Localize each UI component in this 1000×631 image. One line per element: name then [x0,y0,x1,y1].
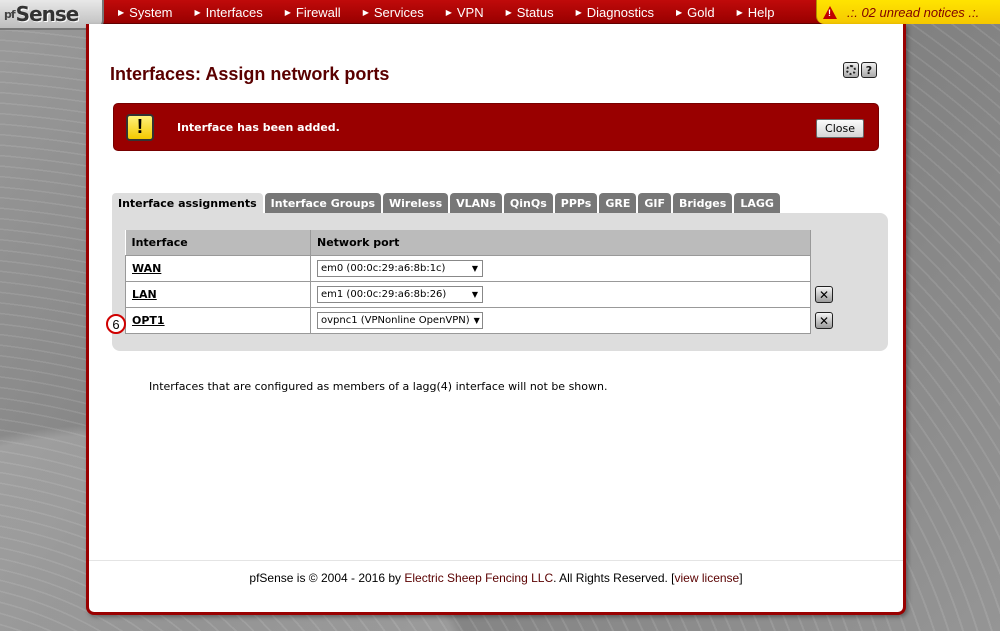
tab-gre[interactable]: GRE [599,193,637,213]
triangle-right-icon: ▶ [284,7,291,17]
menu-status[interactable]: ▶ Status [506,5,554,20]
alert-banner: ! Interface has been added. Close [113,103,879,151]
main-menu: ▶ System ▶ Interfaces ▶ Firewall ▶ Services … [118,0,797,24]
menu-interfaces[interactable]: ▶ Interfaces [195,5,263,20]
triangle-right-icon: ▶ [675,7,683,17]
interface-link-wan[interactable]: WAN [132,262,161,275]
tab-bridges[interactable]: Bridges [672,193,733,213]
menu-vpn[interactable]: ▶ VPN [446,5,484,20]
tab-gif[interactable]: GIF [638,193,671,213]
header-icons: ? [843,62,877,78]
table-row: OPT1 ovpnc1 (VPNonline OpenVPN) ▼ [125,306,811,334]
tab-wireless[interactable]: Wireless [383,193,449,213]
top-nav-bar: ▶ System ▶ Interfaces ▶ Firewall ▶ Services … [0,0,1000,24]
gear-icon[interactable] [843,62,859,78]
content-panel: Interfaces: Assign network ports ? ! Int… [86,24,906,615]
step-badge: 6 [106,314,126,334]
triangle-right-icon: ▶ [445,7,452,17]
tab-interface-assignments[interactable]: Interface assignments [112,193,263,213]
tab-qinqs[interactable]: QinQs [503,193,553,213]
page-title: Interfaces: Assign network ports [110,64,390,84]
assignments-table: Interface Network port WAN em0 (00:0c:29… [125,230,811,334]
table-row: LAN em1 (00:0c:29:a6:8b:26) ▼ [125,280,811,308]
delete-icon[interactable]: ✕ [815,286,833,303]
footer-divider [89,560,903,561]
tab-interface-groups[interactable]: Interface Groups [264,193,381,213]
company-link[interactable]: Electric Sheep Fencing LLC [404,571,553,585]
delete-icon[interactable]: ✕ [815,312,833,329]
help-icon[interactable]: ? [861,62,877,78]
notices-text: .:. 02 unread notices .:. [847,4,980,20]
triangle-right-icon: ▶ [194,7,201,17]
interface-link-opt1[interactable]: OPT1 [132,314,165,327]
tab-bar: Interface assignments Interface Groups W… [112,193,780,213]
alert-message: Interface has been added. [177,121,340,134]
lagg-note: Interfaces that are configured as member… [149,380,608,393]
chevron-down-icon: ▼ [473,315,480,325]
warning-triangle-icon [823,5,837,19]
menu-gold[interactable]: ▶ Gold [676,5,715,20]
network-port-select-opt1[interactable]: ovpnc1 (VPNonline OpenVPN) ▼ [317,311,483,329]
tab-vlans[interactable]: VLANs [450,193,502,213]
triangle-right-icon: ▶ [362,7,369,17]
footer: pfSense is © 2004 - 2016 by Electric She… [249,571,743,585]
tab-content: Interface Network port WAN em0 (00:0c:29… [112,213,888,351]
chevron-down-icon: ▼ [471,263,478,273]
network-port-select-lan[interactable]: em1 (00:0c:29:a6:8b:26) ▼ [317,285,483,303]
column-header-interface: Interface [125,230,311,255]
network-port-select-wan[interactable]: em0 (00:0c:29:a6:8b:1c) ▼ [317,259,483,277]
column-header-network-port: Network port [310,230,811,255]
triangle-right-icon: ▶ [505,7,512,17]
exclamation-icon: ! [126,114,154,141]
menu-help[interactable]: ▶ Help [737,5,775,20]
unread-notices[interactable]: .:. 02 unread notices .:. [816,0,1000,24]
menu-firewall[interactable]: ▶ Firewall [285,5,341,20]
triangle-right-icon: ▶ [736,7,743,17]
interface-link-lan[interactable]: LAN [132,288,157,301]
triangle-right-icon: ▶ [118,7,125,17]
menu-system[interactable]: ▶ System [118,5,173,20]
table-row: WAN em0 (00:0c:29:a6:8b:1c) ▼ [125,254,811,282]
chevron-down-icon: ▼ [471,289,478,299]
menu-services[interactable]: ▶ Services [363,5,424,20]
menu-diagnostics[interactable]: ▶ Diagnostics [576,5,654,20]
view-license-link[interactable]: view license [675,571,740,585]
tab-lagg[interactable]: LAGG [734,193,780,213]
tab-ppps[interactable]: PPPs [554,193,598,213]
triangle-right-icon: ▶ [575,7,582,17]
close-button[interactable]: Close [816,119,864,138]
